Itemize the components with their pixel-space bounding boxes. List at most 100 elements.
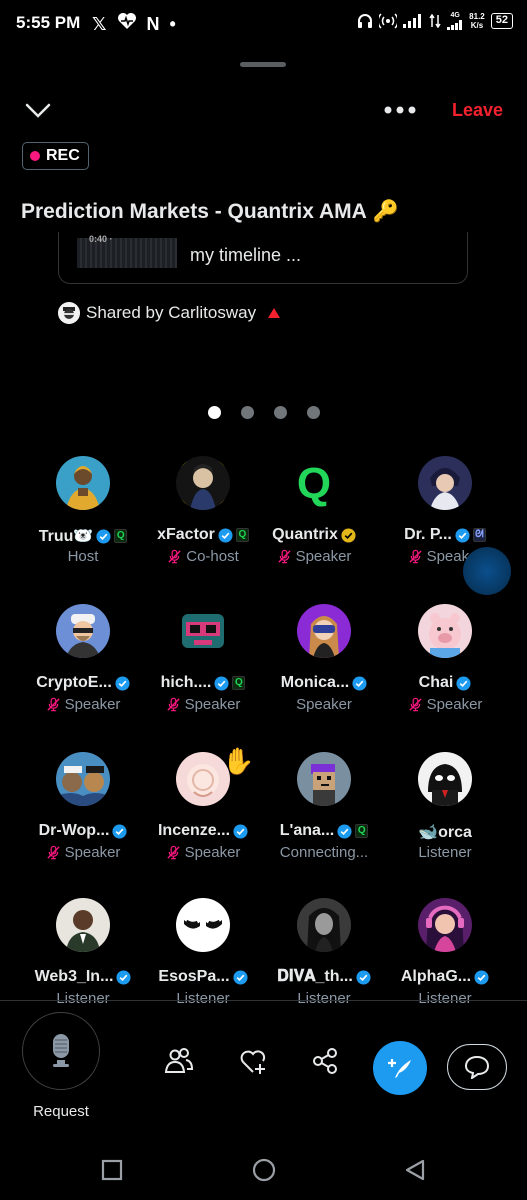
recents-icon[interactable] [101, 1159, 123, 1181]
sheet-drag-handle[interactable] [240, 62, 286, 67]
verified-badge-icon [474, 969, 489, 985]
avatar [56, 752, 110, 806]
participant-role: Co-host [186, 548, 239, 565]
avatar [56, 456, 110, 510]
sharer-avatar [58, 302, 80, 324]
floating-bubble[interactable] [463, 547, 511, 595]
participant-role: Speaker [295, 548, 352, 565]
verified-badge-icon [115, 675, 130, 691]
participant-name-row: Incenze... [142, 822, 264, 840]
participant-name: Quantrix [272, 526, 338, 543]
pager-dots [208, 406, 320, 419]
svg-text:Q: Q [297, 459, 331, 508]
participant-role-row: Listener [263, 990, 385, 1007]
avatar [297, 752, 351, 806]
participant-name: Dr. P... [404, 526, 452, 543]
participant-role: Listener [56, 990, 110, 1007]
participant-role-row: Listener [384, 990, 506, 1007]
avatar [56, 604, 110, 658]
participant-name-row: 🐋orca [384, 822, 506, 842]
participant-role: Listener [418, 990, 472, 1007]
comment-icon [464, 1055, 490, 1079]
rec-dot-icon [30, 151, 40, 161]
verified-badge-icon [356, 969, 371, 985]
shared-by-row[interactable]: Shared by Carlitosway [58, 302, 281, 324]
avatar [418, 456, 472, 510]
share-icon[interactable] [310, 1046, 340, 1076]
x-logo-icon: 𝕏 [92, 13, 107, 34]
home-icon[interactable] [251, 1157, 277, 1183]
avatar [176, 604, 230, 658]
verified-badge-icon [352, 675, 367, 691]
participant-role: Listener [176, 990, 230, 1007]
mic-muted-icon [46, 697, 60, 712]
participant-role-row: Speaker [253, 548, 375, 565]
participant-role-row: Speaker [22, 844, 144, 861]
compose-icon [388, 1059, 411, 1078]
q-affiliate-badge-icon: Q [114, 529, 128, 543]
verified-badge-icon [233, 823, 248, 839]
signal-icon [403, 14, 422, 28]
back-icon[interactable] [403, 1158, 427, 1182]
comment-button[interactable] [447, 1044, 507, 1090]
compose-button[interactable] [373, 1041, 427, 1095]
mic-muted-icon [166, 697, 180, 712]
participant-role-row: Speaker [22, 696, 144, 713]
pager-dot[interactable] [274, 406, 287, 419]
request-mic-button[interactable] [22, 1012, 100, 1090]
system-nav-bar [0, 1140, 527, 1200]
participant-role: Speaker [64, 844, 121, 861]
participant-role: Speaker [184, 844, 241, 861]
pager-dot-active[interactable] [208, 406, 221, 419]
participant-role: Speaker [426, 696, 483, 713]
participant-role: Connecting... [279, 844, 369, 861]
pager-dot[interactable] [307, 406, 320, 419]
participant-name: Monica... [280, 674, 350, 691]
avatar [297, 604, 351, 658]
net-speed: 81.2 K/s [469, 12, 485, 30]
participant-name-row: xFactor Q [142, 526, 264, 544]
participant-name-row: AlphaG... [384, 968, 506, 986]
avatar [418, 604, 472, 658]
post-thumbnail-time: 0:40 · [89, 234, 113, 244]
mic-muted-icon [408, 549, 422, 564]
participant-role: Host [67, 548, 99, 565]
participant-name: Incenze... [157, 822, 231, 839]
participant-role-row: Listener [22, 990, 144, 1007]
n-icon: N [146, 13, 160, 34]
participant-name-row: EsosPa... [142, 968, 264, 986]
chevron-down-icon[interactable] [24, 98, 52, 122]
participant-role-row: Co-host [142, 548, 264, 565]
signal-2-icon [447, 20, 463, 30]
participant-name-row: CryptoE... [22, 674, 144, 692]
key-emoji: 🔑 [372, 200, 399, 223]
pager-dot[interactable] [241, 406, 254, 419]
participant-name-row: Monica... [263, 674, 385, 692]
mic-muted-icon [46, 845, 60, 860]
affiliate-badge-icon: ᘛ [472, 528, 486, 542]
space-title: Prediction Markets - Quantrix AMA 🔑 [21, 200, 399, 224]
participant-name: Chai [418, 674, 454, 691]
verified-badge-icon [455, 527, 470, 543]
shared-post-card[interactable]: 0:40 · my timeline ... [58, 232, 468, 284]
participant-name: Web3_In... [34, 968, 114, 985]
data-arrows-icon [429, 14, 441, 28]
participant-role-row: Connecting... [263, 844, 385, 861]
leave-button[interactable]: Leave [452, 100, 503, 121]
participant-role-row: Listener [384, 844, 506, 861]
mic-muted-icon [168, 549, 181, 564]
participant-name: EsosPa... [158, 968, 230, 985]
more-options-icon[interactable] [383, 100, 417, 120]
verified-gold-badge-icon [341, 527, 356, 543]
people-icon[interactable] [164, 1046, 194, 1076]
hotspot-icon [379, 13, 398, 29]
heart-pulse-icon [117, 12, 137, 35]
participant-name: Truu🐻‍❄️ [38, 528, 94, 545]
participant-name: 🐋orca [418, 824, 472, 841]
heart-plus-icon[interactable] [238, 1046, 268, 1076]
avatar: Q [287, 456, 341, 510]
verified-badge-icon [112, 823, 127, 839]
participant-role: Listener [297, 990, 351, 1007]
post-text: my timeline ... [190, 245, 302, 265]
battery-indicator: 52 [490, 13, 513, 29]
